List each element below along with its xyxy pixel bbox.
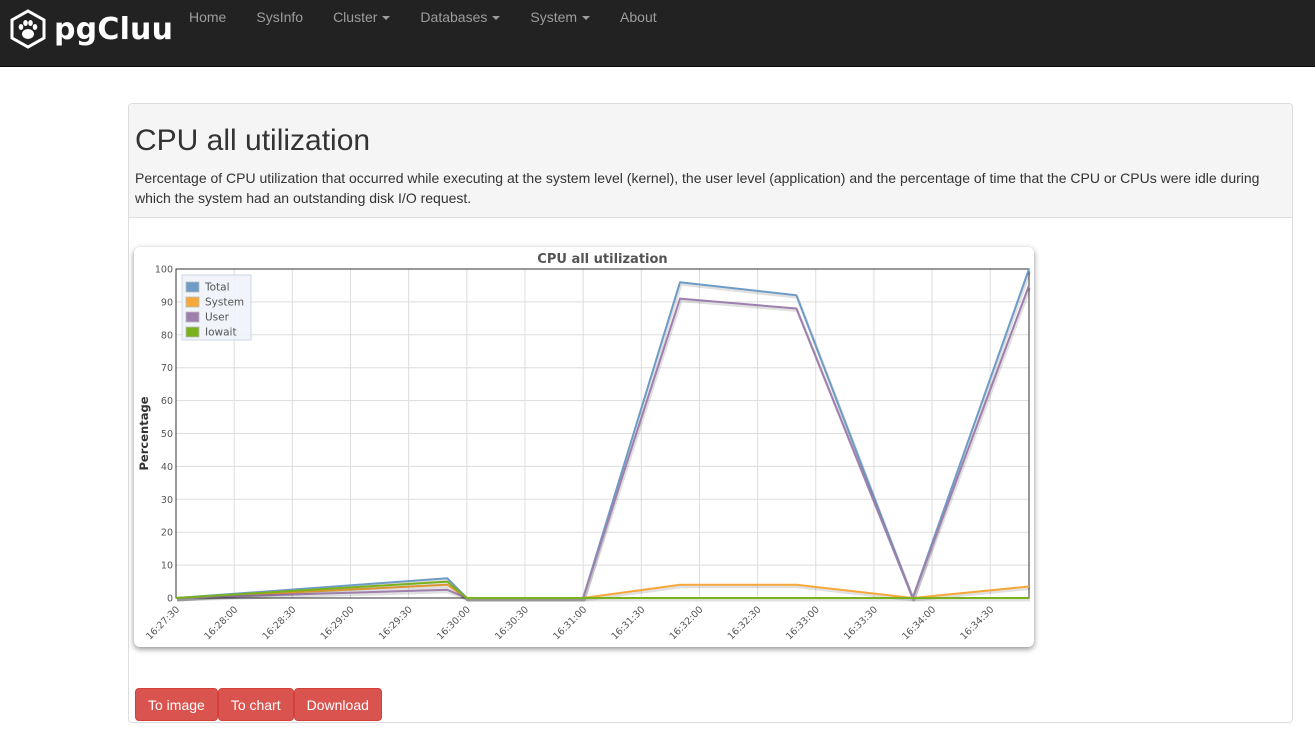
chart-container: CPU all utilization 0 10 20 30 40 50 60 70 80 90 10… bbox=[134, 247, 1034, 647]
series-line-user bbox=[175, 285, 1030, 599]
caret-down-icon bbox=[582, 16, 591, 21]
download-button[interactable]: Download bbox=[293, 688, 382, 721]
x-tick-label: 16:30:00 bbox=[435, 604, 473, 642]
x-tick-label: 16:29:00 bbox=[319, 604, 357, 642]
main-nav: Home SysInfo Cluster Databases System Ab… bbox=[174, 0, 672, 34]
brand-name: pgCluu bbox=[54, 11, 174, 47]
nav-item-sysinfo[interactable]: SysInfo bbox=[241, 0, 318, 34]
x-tick-label: 16:33:00 bbox=[784, 604, 822, 642]
x-tick-label: 16:31:30 bbox=[609, 604, 647, 642]
nav-item-label: About bbox=[620, 9, 657, 25]
nav-item-label: Home bbox=[189, 9, 227, 25]
y-tick-label: 0 bbox=[167, 594, 173, 605]
legend-label: System bbox=[205, 297, 244, 309]
y-axis-label: Percentage bbox=[137, 396, 151, 470]
nav-item-home[interactable]: Home bbox=[174, 0, 241, 34]
page-title: CPU all utilization bbox=[135, 124, 371, 157]
nav-item-about[interactable]: About bbox=[605, 0, 672, 34]
legend-swatch bbox=[185, 326, 200, 338]
chart-title: CPU all utilization bbox=[537, 252, 667, 267]
x-tick-label: 16:29:30 bbox=[377, 604, 415, 642]
x-tick-label: 16:34:30 bbox=[958, 604, 996, 642]
to-image-button[interactable]: To image bbox=[135, 688, 218, 721]
brand[interactable]: pgCluu bbox=[8, 8, 173, 50]
y-tick-label: 20 bbox=[161, 528, 173, 539]
x-tick-label: 16:32:30 bbox=[726, 604, 764, 642]
legend-swatch bbox=[185, 311, 200, 323]
y-tick-label: 40 bbox=[161, 462, 173, 473]
x-tick-label: 16:31:00 bbox=[551, 604, 589, 642]
paw-logo-icon bbox=[10, 9, 46, 49]
x-tick-label: 16:32:00 bbox=[668, 604, 706, 642]
to-chart-button[interactable]: To chart bbox=[217, 688, 294, 721]
x-tick-label: 16:28:00 bbox=[202, 604, 240, 642]
y-tick-label: 70 bbox=[161, 363, 173, 374]
y-tick-label: 30 bbox=[161, 495, 173, 506]
y-tick-label: 90 bbox=[161, 297, 173, 308]
series-line-shadow bbox=[176, 270, 1032, 602]
caret-down-icon bbox=[382, 16, 391, 21]
x-tick-label: 16:27:30 bbox=[144, 604, 182, 642]
legend-swatch bbox=[185, 296, 200, 308]
cpu-chart: CPU all utilization 0 10 20 30 40 50 60 70 80 90 10… bbox=[137, 252, 1032, 642]
x-tick-label: 16:33:30 bbox=[842, 604, 880, 642]
series-line-shadow bbox=[176, 286, 1032, 602]
y-tick-label: 50 bbox=[161, 429, 173, 440]
x-tick-label: 16:34:00 bbox=[900, 604, 938, 642]
legend-label: Iowait bbox=[205, 327, 237, 339]
legend-label: User bbox=[205, 312, 230, 324]
top-navbar: pgCluu Home SysInfo Cluster Databases Sy… bbox=[0, 0, 1315, 67]
y-tick-label: 10 bbox=[161, 561, 173, 572]
legend-label: Total bbox=[204, 282, 230, 294]
x-tick-label: 16:28:30 bbox=[260, 604, 298, 642]
nav-item-system[interactable]: System bbox=[515, 0, 605, 34]
y-tick-label: 60 bbox=[161, 396, 173, 407]
nav-item-cluster[interactable]: Cluster bbox=[318, 0, 405, 34]
y-tick-label: 100 bbox=[155, 265, 173, 276]
nav-item-label: Cluster bbox=[333, 9, 378, 25]
nav-item-label: Databases bbox=[420, 9, 488, 25]
nav-item-label: System bbox=[530, 9, 578, 25]
panel-heading: CPU all utilization Percentage of CPU ut… bbox=[129, 104, 1292, 218]
chart-actions: To image To chart Download bbox=[135, 688, 382, 721]
y-tick-label: 80 bbox=[161, 330, 173, 341]
nav-item-label: SysInfo bbox=[256, 9, 304, 25]
panel-description: Percentage of CPU utilization that occur… bbox=[135, 170, 1260, 206]
legend-swatch bbox=[185, 281, 200, 293]
caret-down-icon bbox=[492, 16, 501, 21]
nav-item-databases[interactable]: Databases bbox=[405, 0, 515, 34]
x-tick-label: 16:30:30 bbox=[493, 604, 531, 642]
